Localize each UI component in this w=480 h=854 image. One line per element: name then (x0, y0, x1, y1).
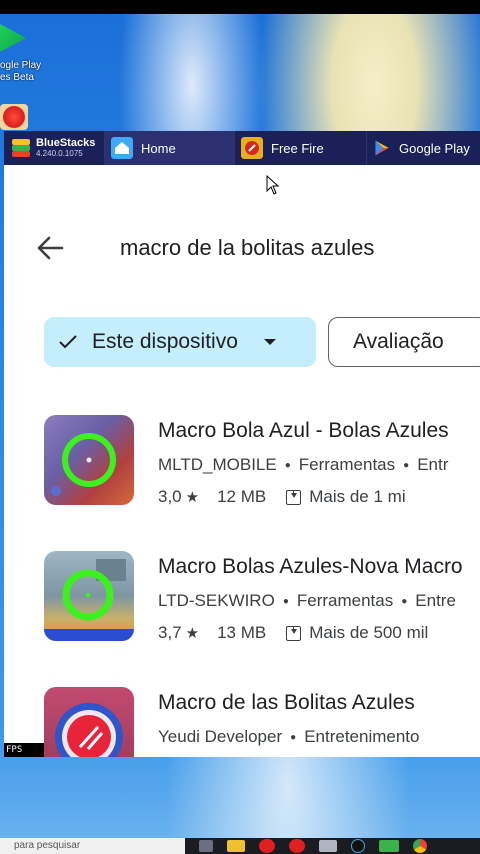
windows-taskbar: para pesquisar (0, 838, 480, 854)
app-icon-macro-bolitas-azules (44, 687, 134, 757)
bluestacks-window: BlueStacks 4.240.0.1075 Home Free Fire G… (4, 131, 480, 757)
tab-google-play[interactable]: Google Play (366, 131, 476, 165)
desktop-icon-label-line2: es Beta (0, 72, 34, 83)
filter-chip-device[interactable]: Este dispositivo (44, 317, 316, 367)
app-icon-macro-bolas-azules-nova (44, 551, 134, 641)
mouse-cursor-icon (266, 175, 280, 195)
list-item-app-3[interactable]: Macro de las Bolitas Azules Yeudi Develo… (4, 687, 480, 757)
star-icon: ★ (185, 489, 200, 506)
fps-counter: FPS (4, 743, 44, 757)
home-icon (111, 137, 133, 159)
free-fire-icon (241, 137, 263, 159)
app-meta: Yeudi Developer ● Entretenimento (158, 727, 419, 747)
desktop-icon-label: ogle Play es Beta (0, 60, 41, 84)
app-extra-category: Entre (415, 591, 456, 610)
app-rating: 3,0 (158, 487, 182, 506)
app-downloads: Mais de 1 mi (309, 487, 406, 506)
check-icon (59, 335, 77, 349)
taskbar-search-input[interactable]: para pesquisar (0, 838, 185, 854)
tiktok-icon[interactable] (351, 839, 365, 853)
bluestacks-logo-icon (10, 137, 32, 159)
app-category: Ferramentas (296, 591, 394, 610)
separator-dot: ● (290, 731, 297, 743)
separator-dot: ● (284, 459, 291, 471)
app-developer: LTD-SEKWIRO (158, 591, 275, 610)
filter-chip-device-label: Este dispositivo (92, 330, 238, 353)
search-query[interactable]: macro de la bolitas azules (120, 235, 374, 261)
star-icon: ★ (185, 625, 200, 642)
chevron-down-icon (263, 339, 276, 345)
app-stats: 3,0 ★ 12 MB Mais de 1 mi (158, 487, 406, 507)
app-rating: 3,7 (158, 623, 182, 642)
app-size: 12 MB (217, 487, 267, 506)
app-title: Macro Bola Azul - Bolas Azules (158, 419, 449, 442)
tab-free-fire[interactable]: Free Fire (234, 131, 366, 165)
fps-label: FPS (6, 745, 23, 755)
app-title: Macro Bolas Azules-Nova Macro (158, 555, 463, 578)
app-icon[interactable] (319, 840, 337, 852)
app-meta: LTD-SEKWIRO ● Ferramentas ● Entre (158, 591, 456, 611)
app-category: Ferramentas (298, 455, 396, 474)
app-extra-category: Entr (417, 455, 449, 474)
task-view-icon[interactable] (199, 840, 213, 852)
google-play-games-icon (0, 24, 26, 52)
desktop-google-play-games-shortcut[interactable]: ogle Play es Beta (0, 24, 41, 88)
desktop-icon-label-line1: ogle Play (0, 60, 42, 71)
app-developer: Yeudi Developer (158, 727, 283, 746)
tab-free-fire-label: Free Fire (271, 140, 324, 156)
separator-dot: ● (282, 595, 289, 607)
top-bar (0, 0, 480, 14)
list-item-app-1[interactable]: Macro Bola Azul - Bolas Azules MLTD_MOBI… (4, 415, 480, 515)
tab-google-play-label: Google Play (399, 140, 470, 156)
google-play-icon (375, 140, 389, 156)
app-meta: MLTD_MOBILE ● Ferramentas ● Entr (158, 455, 448, 475)
separator-dot: ● (403, 459, 410, 471)
youtube-icon[interactable] (259, 839, 275, 853)
bluestacks-brand: BlueStacks 4.240.0.1075 (4, 131, 104, 165)
app-developer: MLTD_MOBILE (158, 455, 277, 474)
bluestacks-name: BlueStacks (36, 137, 96, 149)
list-item-app-2[interactable]: Macro Bolas Azules-Nova Macro LTD-SEKWIR… (4, 551, 480, 651)
bluestacks-tab-bar: BlueStacks 4.240.0.1075 Home Free Fire G… (4, 131, 480, 165)
bluestacks-taskbar-icon[interactable] (379, 840, 399, 852)
filter-chip-rating-label: Avaliação (353, 330, 444, 353)
separator-dot: ● (401, 595, 408, 607)
app-size: 13 MB (217, 623, 267, 642)
download-icon (286, 625, 302, 641)
download-icon (286, 489, 302, 505)
youtube-icon-2[interactable] (289, 839, 305, 853)
bluestacks-version: 4.240.0.1075 (36, 149, 83, 158)
back-arrow-icon[interactable] (34, 233, 66, 263)
app-downloads: Mais de 500 mil (309, 623, 429, 642)
app-icon-macro-bola-azul (44, 415, 134, 505)
app-category: Entretenimento (304, 727, 420, 746)
free-fire-desktop-icon[interactable] (0, 104, 28, 130)
search-header: macro de la bolitas azules (4, 225, 480, 271)
play-store-search-results: macro de la bolitas azules Este disposit… (4, 165, 480, 757)
tab-home[interactable]: Home (104, 131, 234, 165)
app-stats: 3,7 ★ 13 MB Mais de 500 mil (158, 623, 428, 643)
tab-home-label: Home (141, 140, 176, 156)
filter-chip-rating[interactable]: Avaliação (328, 317, 480, 367)
file-explorer-icon[interactable] (227, 840, 245, 852)
chrome-icon[interactable] (413, 839, 427, 853)
app-title: Macro de las Bolitas Azules (158, 691, 415, 714)
